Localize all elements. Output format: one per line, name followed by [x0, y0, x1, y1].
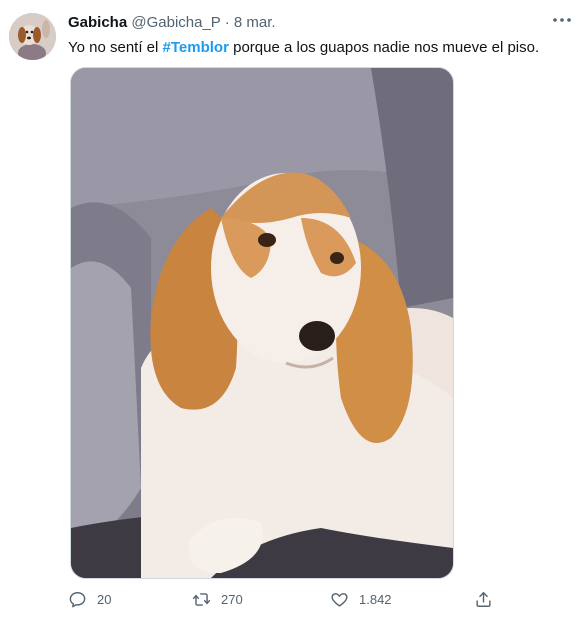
- tweet-header: Gabicha @Gabicha_P · 8 mar.: [68, 14, 276, 32]
- tweet-text: Yo no sentí el #Temblor porque a los gua…: [68, 38, 539, 58]
- retweet-button[interactable]: 270: [192, 590, 243, 609]
- reply-button[interactable]: 20: [68, 590, 111, 609]
- retweet-count: 270: [221, 592, 243, 607]
- author-name[interactable]: Gabicha: [68, 14, 127, 31]
- more-options-icon: [553, 18, 571, 22]
- reply-count: 20: [97, 592, 112, 607]
- share-icon: [476, 592, 491, 607]
- tweet-actions: 20 270 1.842: [68, 590, 498, 614]
- tweet-text-start: Yo no sentí el: [68, 39, 163, 56]
- avatar[interactable]: [9, 13, 56, 60]
- tweet-text-end: porque a los guapos nadie nos mueve el p…: [228, 39, 540, 56]
- tweet-date[interactable]: 8 mar.: [234, 14, 276, 31]
- heart-icon: [331, 593, 348, 607]
- like-count: 1.842: [359, 592, 392, 607]
- avatar-dog-image: [9, 13, 56, 60]
- retweet-icon: [192, 593, 211, 606]
- author-handle[interactable]: @Gabicha_P: [131, 14, 220, 31]
- tweet-media-image[interactable]: [70, 67, 454, 579]
- reply-icon: [69, 592, 86, 608]
- like-button[interactable]: 1.842: [330, 590, 392, 609]
- share-button[interactable]: [474, 590, 493, 609]
- more-options-button[interactable]: [551, 12, 573, 28]
- dog-photo: [71, 68, 453, 578]
- tweet-card[interactable]: Gabicha @Gabicha_P · 8 mar. Yo no sentí …: [0, 0, 587, 620]
- hashtag-link[interactable]: #Temblor: [163, 39, 229, 56]
- separator-dot: ·: [224, 14, 230, 31]
